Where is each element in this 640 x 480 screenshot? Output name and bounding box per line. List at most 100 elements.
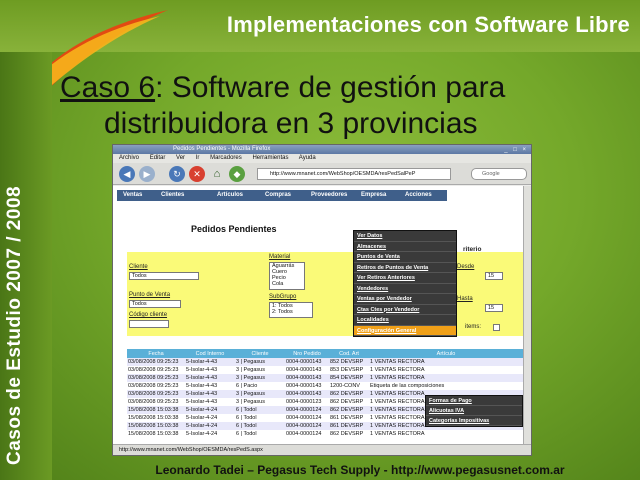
punto-venta-select[interactable]: Todos <box>129 300 181 308</box>
column-header[interactable]: Fecha <box>127 349 185 358</box>
table-cell: 862 DEVSRP <box>329 430 369 438</box>
table-cell: 853 DEVSRP <box>329 366 369 374</box>
cliente-select[interactable]: Todos <box>129 272 199 280</box>
column-header[interactable]: Nro Pedido <box>285 349 329 358</box>
menu-archivo[interactable]: Archivo <box>119 155 139 161</box>
menu-item-retiros[interactable]: Retiros de Puntos de Venta <box>354 263 456 273</box>
fecha-hasta-dia[interactable]: 15 <box>485 304 503 312</box>
nav-articulos[interactable]: Artículos <box>217 190 243 201</box>
column-header[interactable]: Cod. Art <box>329 349 369 358</box>
items-label: items: <box>465 324 482 330</box>
cliente-label: Cliente <box>129 264 148 270</box>
back-arrow-icon[interactable]: ◀ <box>119 166 135 182</box>
submenu-item-alicuotas[interactable]: Alícuotas IVA <box>426 406 522 416</box>
url-field[interactable]: http://www.mnanet.com/WebShop/OESMDA/res… <box>257 168 451 180</box>
nav-compras[interactable]: Compras <box>265 190 291 201</box>
nav-acciones[interactable]: Acciones <box>405 190 432 201</box>
table-cell: 0004-0000124 <box>285 430 329 438</box>
menu-ir[interactable]: Ir <box>196 155 200 161</box>
table-row[interactable]: 15/08/2008 15:03:38 5-Isolar-4-24 6 | Todo… <box>127 430 523 438</box>
table-cell: 5-Isolar-4-24 <box>185 422 235 430</box>
menu-item-retiros-anteriores[interactable]: Ver Retiros Anteriores <box>354 273 456 284</box>
filter-form: Cliente Todos Punto de Venta Todos Códig… <box>127 246 523 336</box>
search-field[interactable]: Google <box>471 168 527 180</box>
column-header[interactable]: Artículo <box>369 349 523 358</box>
subgrupo-option[interactable]: 2: Todos <box>272 309 312 315</box>
table-cell: 03/08/2008 09:25:23 <box>127 398 185 406</box>
subgrupo-list[interactable]: 1: Todos 2: Todos <box>269 302 313 318</box>
material-option[interactable]: Cola <box>272 281 304 287</box>
nav-empresa[interactable]: Empresa <box>361 190 386 201</box>
empresa-dropdown-menu: Ver Datos Almacenes Puntos de Venta Reti… <box>353 230 457 337</box>
table-cell: 5-Isolar-4-43 <box>185 398 235 406</box>
table-cell: 0004-0000124 <box>285 422 329 430</box>
criterio-label: riterio <box>463 246 482 253</box>
menu-item-almacenes[interactable]: Almacenes <box>354 242 456 252</box>
page-heading: Pedidos Pendientes <box>191 224 277 234</box>
title-line1: : Software de gestión para <box>155 71 506 104</box>
menu-item-vendedores[interactable]: Vendedores <box>354 284 456 294</box>
browser-menubar: Archivo Editar Ver Ir Marcadores Herrami… <box>113 154 531 163</box>
stop-icon[interactable]: ✕ <box>189 166 205 182</box>
nav-proveedores[interactable]: Proveedores <box>311 190 347 201</box>
codigo-input[interactable] <box>129 320 169 328</box>
menu-marcadores[interactable]: Marcadores <box>210 155 242 161</box>
table-cell: 5-Isolar-4-24 <box>185 406 235 414</box>
punto-venta-label: Punto de Venta <box>129 292 171 298</box>
menu-editar[interactable]: Editar <box>150 155 166 161</box>
table-cell: 6 | Todol <box>235 406 285 414</box>
menu-ayuda[interactable]: Ayuda <box>299 155 316 161</box>
table-row[interactable]: 03/08/2008 09:25:23 5-Isolar-4-43 3 | Pega… <box>127 366 523 374</box>
menu-item-localidades[interactable]: Localidades <box>354 315 456 326</box>
fecha-desde-label: Desde <box>457 264 475 270</box>
fecha-desde-dia[interactable]: 15 <box>485 272 503 280</box>
column-header[interactable]: Cod Interno <box>185 349 235 358</box>
table-row[interactable]: 03/08/2008 09:25:23 5-Isolar-4-43 3 | Pega… <box>127 358 523 366</box>
menu-item-ventas-por-vendedor[interactable]: Ventas por Vendedor <box>354 294 456 305</box>
menu-herramientas[interactable]: Herramientas <box>252 155 288 161</box>
window-buttons[interactable]: _ □ × <box>504 146 528 155</box>
security-icon: ◆ <box>229 166 245 182</box>
forward-arrow-icon[interactable]: ▶ <box>139 166 155 182</box>
table-cell: 862 DEVSRP <box>329 406 369 414</box>
presentation-slide: Implementaciones con Software Libre Caso… <box>0 0 640 480</box>
items-checkbox[interactable] <box>493 324 500 331</box>
nav-ventas[interactable]: Ventas <box>123 190 142 201</box>
table-cell: 3 | Pegasus <box>235 398 285 406</box>
table-cell: 0004-0000123 <box>285 398 329 406</box>
table-cell: 5-Isolar-4-43 <box>185 382 235 390</box>
table-cell: 0004-0000124 <box>285 414 329 422</box>
table-header-row: Fecha Cod Interno Cliente Nro Pedido Cod… <box>127 349 523 358</box>
menu-ver[interactable]: Ver <box>176 155 185 161</box>
submenu-item-formas-de-pago[interactable]: Formas de Pago <box>426 396 522 406</box>
table-cell: 6 | Todol <box>235 414 285 422</box>
vertical-scrollbar[interactable] <box>523 186 531 444</box>
table-cell: 1 VENTAS RECTORA <box>369 358 523 366</box>
table-cell: 1 VENTAS RECTORA <box>369 374 523 382</box>
table-cell: 1200-CONV <box>329 382 369 390</box>
menu-item-configuracion[interactable]: Configuración General <box>354 325 456 336</box>
menu-item-ver-datos[interactable]: Ver Datos <box>354 231 456 242</box>
app-nav-bar: Ventas Clientes Artículos Compras Provee… <box>117 190 447 201</box>
menu-item-puntos-de-venta[interactable]: Puntos de Venta <box>354 252 456 263</box>
table-cell: 15/08/2008 15:03:38 <box>127 422 185 430</box>
table-row[interactable]: 03/08/2008 09:25:23 5-Isolar-4-43 6 | Paci… <box>127 382 523 390</box>
home-icon[interactable]: ⌂ <box>209 166 225 182</box>
header-title: Implementaciones con Software Libre <box>226 12 630 37</box>
table-cell: 5-Isolar-4-43 <box>185 366 235 374</box>
table-cell: 0004-0000124 <box>285 406 329 414</box>
submenu-item-categorias[interactable]: Categorías Impositivas <box>426 416 522 426</box>
nav-clientes[interactable]: Clientes <box>161 190 184 201</box>
table-cell: 0004-0000143 <box>285 358 329 366</box>
column-header[interactable]: Cliente <box>235 349 285 358</box>
table-cell: 15/08/2008 15:03:38 <box>127 406 185 414</box>
browser-toolbar: ◀ ▶ ↻ ✕ ⌂ ◆ http://www.mnanet.com/WebSho… <box>113 163 531 185</box>
material-list[interactable]: Aguarrás Cuero Pecio Cola <box>269 262 305 290</box>
table-cell: 862 DEVSRP <box>329 390 369 398</box>
table-cell: 5-Isolar-4-43 <box>185 358 235 366</box>
table-row[interactable]: 03/08/2008 09:25:23 5-Isolar-4-43 3 | Pega… <box>127 374 523 382</box>
table-cell: 03/08/2008 09:25:23 <box>127 382 185 390</box>
table-cell: 1 VENTAS RECTORA <box>369 366 523 374</box>
menu-item-ctas-ctes[interactable]: Ctas Ctes por Vendedor <box>354 305 456 315</box>
reload-icon[interactable]: ↻ <box>169 166 185 182</box>
